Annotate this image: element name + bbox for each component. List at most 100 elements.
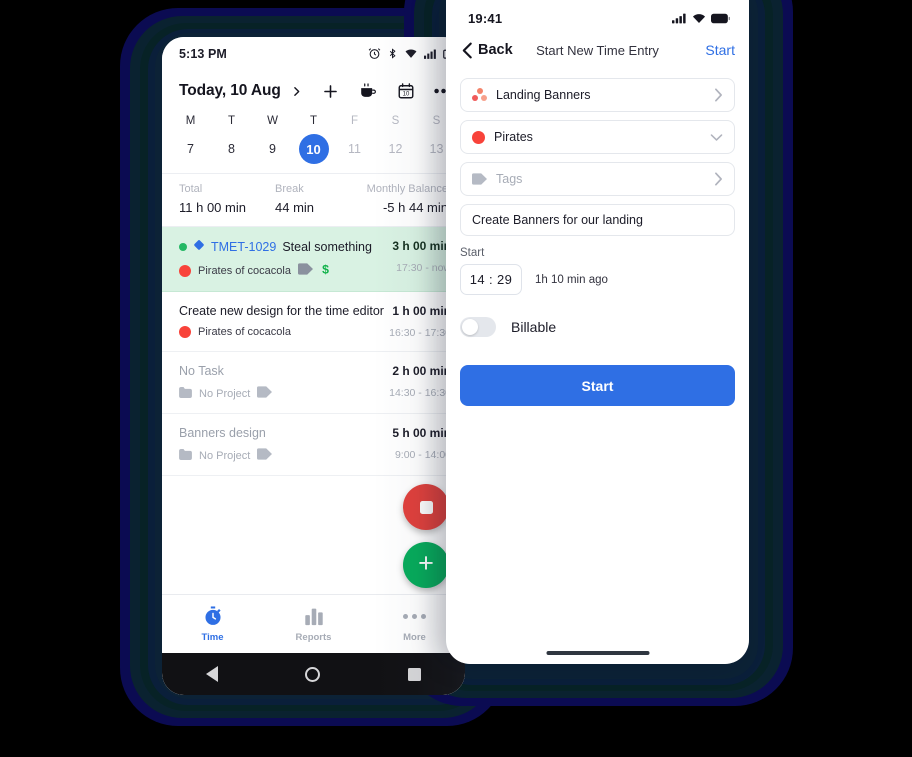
calendar-icon[interactable]: 10 [397,82,415,100]
tag-icon [472,173,487,185]
project-color-dot [179,326,191,338]
start-time-input[interactable]: 14 : 29 [460,264,522,295]
svg-text:10: 10 [403,92,410,98]
bottom-tab-bar: Time Reports More [162,594,465,653]
time-entry-list: TMET-1029 Steal something Pirates of coc… [162,227,465,476]
task-selector-field[interactable]: Landing Banners [460,78,735,112]
stop-timer-fab[interactable] [403,484,449,530]
entry-duration: 5 h 00 min [392,426,451,440]
entry-meta-row: No Project [179,448,386,463]
project-name: Pirates of cocacola [198,264,291,277]
entry-meta-row: Pirates of cocacola [179,326,383,338]
billable-label: Billable [511,319,557,335]
back-button[interactable]: Back [462,42,513,59]
entry-title-row: No Task [179,364,383,378]
running-indicator-icon [179,242,187,251]
status-icons [672,13,730,24]
stat-value: -5 h 44 min [382,200,448,215]
week-date[interactable]: 12 [375,134,416,164]
week-date[interactable]: 7 [170,134,211,164]
tags-placeholder: Tags [496,172,523,186]
tab-reports[interactable]: Reports [263,605,364,643]
entry-timespan: 14:30 - 16:30 [389,387,451,399]
date-number: 7 [187,142,194,156]
billable-icon: $ [320,262,331,279]
week-day[interactable]: M [170,115,211,134]
table-row[interactable]: No Task No Project 2 h 00 min 14:30 - 16… [162,352,465,414]
entry-title: Steal something [282,239,372,254]
tab-label: More [403,632,426,643]
week-day[interactable]: T [211,115,252,134]
entry-duration: 1 h 00 min [392,304,451,318]
table-row[interactable]: Create new design for the time editor Pi… [162,292,465,352]
stop-square-icon [419,500,433,514]
stopwatch-icon [204,606,221,625]
cellular-signal-icon [424,49,436,59]
back-triangle-icon[interactable] [205,666,218,682]
week-day[interactable]: T [293,115,334,134]
description-value: Create Banners for our landing [472,213,643,227]
project-color-dot [179,264,191,277]
entry-title-row: TMET-1029 Steal something [179,239,386,254]
description-input[interactable]: Create Banners for our landing [460,204,735,236]
back-label: Back [478,42,513,58]
project-name: No Project [199,449,251,462]
date-number: 10 [298,134,329,164]
chevron-right-icon [714,88,723,102]
tag-icon [297,263,313,278]
start-time-row: 14 : 29 1h 10 min ago [460,264,735,295]
issue-key[interactable]: TMET-1029 [211,240,276,254]
iphone-mockup: 19:41 Back Start New Time Entry Start La… [446,0,749,664]
add-entry-fab[interactable]: + [403,542,449,588]
recents-square-icon[interactable] [408,667,422,681]
break-coffee-icon[interactable] [359,82,378,100]
ellipsis-icon [403,605,426,627]
home-indicator [546,651,649,655]
project-value: Pirates [494,130,533,144]
status-clock: 19:41 [468,10,503,26]
project-selector-field[interactable]: Pirates [460,120,735,154]
dow-label: S [391,115,400,127]
task-value: Landing Banners [496,88,591,102]
ios-form: Landing Banners Pirates Tags Create Bann… [446,68,749,406]
table-row[interactable]: Banners design No Project 5 h 00 min 9:0… [162,414,465,476]
no-project-icon [179,448,192,463]
entry-title: Create new design for the time editor [179,304,384,318]
chevron-right-icon [714,172,723,186]
week-day[interactable]: S [375,115,416,134]
week-date[interactable]: 8 [211,134,252,164]
cellular-signal-icon [672,13,686,23]
tab-time[interactable]: Time [162,605,263,643]
entry-duration: 2 h 00 min [392,364,451,378]
start-relative-label: 1h 10 min ago [535,273,608,286]
project-name: Pirates of cocacola [198,326,291,338]
week-date-selected[interactable]: 10 [293,134,334,164]
tri-dots-issue-icon [472,88,487,102]
bluetooth-icon [389,48,396,59]
week-day[interactable]: W [252,115,293,134]
start-button[interactable]: Start [460,365,735,406]
billable-toggle[interactable] [460,317,496,337]
tag-icon [257,448,273,463]
week-date[interactable]: 9 [252,134,293,164]
chevron-right-icon[interactable] [290,85,303,98]
week-strip: M T W T F S S 7 8 9 10 11 12 13 [162,110,465,173]
add-icon[interactable] [321,82,340,101]
billable-row: Billable [460,317,735,337]
home-circle-icon[interactable] [305,666,321,682]
stat-label: Monthly Balance [366,183,448,195]
floating-action-buttons: + [403,484,449,588]
alarm-icon [368,48,381,59]
start-link-button[interactable]: Start [705,42,735,58]
entry-timespan: 16:30 - 17:30 [389,327,451,339]
android-navigation-bar [162,653,465,695]
week-day[interactable]: F [334,115,375,134]
week-date[interactable]: 11 [334,134,375,164]
table-row[interactable]: TMET-1029 Steal something Pirates of coc… [162,227,465,292]
tags-selector-field[interactable]: Tags [460,162,735,196]
tab-label: Time [201,632,224,643]
ios-navbar: Back Start New Time Entry Start [446,32,749,68]
page-title: Today, 10 Aug [179,82,281,99]
entry-timespan: 9:00 - 14:00 [394,449,451,461]
date-number: 8 [228,142,235,156]
